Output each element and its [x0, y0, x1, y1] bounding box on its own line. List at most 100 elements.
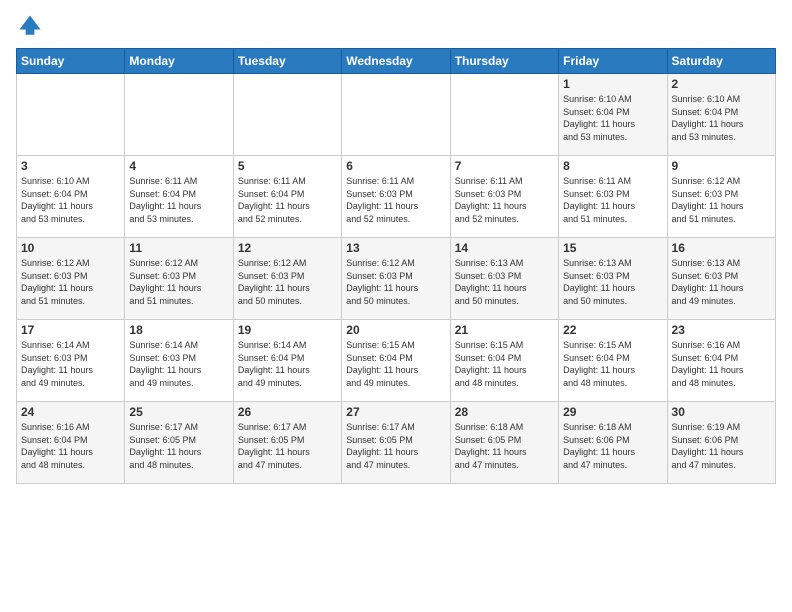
day-info: Sunrise: 6:12 AM Sunset: 6:03 PM Dayligh…	[672, 175, 771, 225]
calendar-cell: 28 Sunrise: 6:18 AM Sunset: 6:05 PM Dayli…	[450, 402, 558, 484]
calendar-cell: 2Sunrise: 6:10 AM Sunset: 6:04 PM Daylig…	[667, 74, 775, 156]
day-number: 25	[129, 405, 228, 419]
calendar-cell: 13 Sunrise: 6:12 AM Sunset: 6:03 PM Dayli…	[342, 238, 450, 320]
day-number: 6	[346, 159, 445, 173]
calendar-cell	[233, 74, 341, 156]
day-number: 7	[455, 159, 554, 173]
calendar-week: 3 Sunrise: 6:10 AM Sunset: 6:04 PM Daylig…	[17, 156, 776, 238]
day-number: 5	[238, 159, 337, 173]
calendar-cell: 17 Sunrise: 6:14 AM Sunset: 6:03 PM Dayli…	[17, 320, 125, 402]
day-number: 30	[672, 405, 771, 419]
day-number: 26	[238, 405, 337, 419]
day-number: 11	[129, 241, 228, 255]
calendar-cell: 3 Sunrise: 6:10 AM Sunset: 6:04 PM Daylig…	[17, 156, 125, 238]
calendar-cell: 16 Sunrise: 6:13 AM Sunset: 6:03 PM Dayli…	[667, 238, 775, 320]
calendar-cell: 20 Sunrise: 6:15 AM Sunset: 6:04 PM Dayli…	[342, 320, 450, 402]
day-number: 13	[346, 241, 445, 255]
day-info: Sunrise: 6:15 AM Sunset: 6:04 PM Dayligh…	[346, 339, 445, 389]
calendar-cell: 30 Sunrise: 6:19 AM Sunset: 6:06 PM Dayli…	[667, 402, 775, 484]
day-number: 3	[21, 159, 120, 173]
day-info: Sunrise: 6:10 AM Sunset: 6:04 PM Dayligh…	[21, 175, 120, 225]
calendar-cell: 4 Sunrise: 6:11 AM Sunset: 6:04 PM Daylig…	[125, 156, 233, 238]
calendar-cell: 29Sunrise: 6:18 AM Sunset: 6:06 PM Dayli…	[559, 402, 667, 484]
calendar-week: 10 Sunrise: 6:12 AM Sunset: 6:03 PM Dayli…	[17, 238, 776, 320]
day-number: 16	[672, 241, 771, 255]
day-number: 21	[455, 323, 554, 337]
day-number: 24	[21, 405, 120, 419]
weekday-header: Tuesday	[233, 49, 341, 74]
day-number: 12	[238, 241, 337, 255]
day-info: Sunrise: 6:14 AM Sunset: 6:03 PM Dayligh…	[21, 339, 120, 389]
day-number: 1	[563, 77, 662, 91]
day-info: Sunrise: 6:11 AM Sunset: 6:04 PM Dayligh…	[129, 175, 228, 225]
calendar-cell: 27 Sunrise: 6:17 AM Sunset: 6:05 PM Dayli…	[342, 402, 450, 484]
day-number: 20	[346, 323, 445, 337]
day-info: Sunrise: 6:10 AM Sunset: 6:04 PM Dayligh…	[563, 93, 662, 143]
day-info: Sunrise: 6:12 AM Sunset: 6:03 PM Dayligh…	[21, 257, 120, 307]
calendar-cell: 8 Sunrise: 6:11 AM Sunset: 6:03 PM Daylig…	[559, 156, 667, 238]
header	[16, 12, 776, 40]
day-info: Sunrise: 6:11 AM Sunset: 6:04 PM Dayligh…	[238, 175, 337, 225]
page: SundayMondayTuesdayWednesdayThursdayFrid…	[0, 0, 792, 494]
calendar-cell	[342, 74, 450, 156]
day-info: Sunrise: 6:12 AM Sunset: 6:03 PM Dayligh…	[129, 257, 228, 307]
day-number: 2	[672, 77, 771, 91]
logo	[16, 12, 48, 40]
calendar-cell: 21 Sunrise: 6:15 AM Sunset: 6:04 PM Dayli…	[450, 320, 558, 402]
calendar-cell	[450, 74, 558, 156]
calendar-week: 24 Sunrise: 6:16 AM Sunset: 6:04 PM Dayli…	[17, 402, 776, 484]
calendar-table: SundayMondayTuesdayWednesdayThursdayFrid…	[16, 48, 776, 484]
day-number: 10	[21, 241, 120, 255]
day-number: 8	[563, 159, 662, 173]
day-info: Sunrise: 6:13 AM Sunset: 6:03 PM Dayligh…	[563, 257, 662, 307]
day-number: 9	[672, 159, 771, 173]
header-row: SundayMondayTuesdayWednesdayThursdayFrid…	[17, 49, 776, 74]
calendar-cell: 1 Sunrise: 6:10 AM Sunset: 6:04 PM Daylig…	[559, 74, 667, 156]
day-info: Sunrise: 6:12 AM Sunset: 6:03 PM Dayligh…	[346, 257, 445, 307]
calendar-cell: 23Sunrise: 6:16 AM Sunset: 6:04 PM Dayli…	[667, 320, 775, 402]
day-info: Sunrise: 6:17 AM Sunset: 6:05 PM Dayligh…	[346, 421, 445, 471]
day-info: Sunrise: 6:11 AM Sunset: 6:03 PM Dayligh…	[455, 175, 554, 225]
day-info: Sunrise: 6:19 AM Sunset: 6:06 PM Dayligh…	[672, 421, 771, 471]
calendar-cell: 6 Sunrise: 6:11 AM Sunset: 6:03 PM Daylig…	[342, 156, 450, 238]
day-info: Sunrise: 6:11 AM Sunset: 6:03 PM Dayligh…	[346, 175, 445, 225]
day-info: Sunrise: 6:18 AM Sunset: 6:06 PM Dayligh…	[563, 421, 662, 471]
calendar-cell: 10 Sunrise: 6:12 AM Sunset: 6:03 PM Dayli…	[17, 238, 125, 320]
day-info: Sunrise: 6:17 AM Sunset: 6:05 PM Dayligh…	[238, 421, 337, 471]
day-info: Sunrise: 6:11 AM Sunset: 6:03 PM Dayligh…	[563, 175, 662, 225]
day-info: Sunrise: 6:14 AM Sunset: 6:03 PM Dayligh…	[129, 339, 228, 389]
day-info: Sunrise: 6:15 AM Sunset: 6:04 PM Dayligh…	[455, 339, 554, 389]
weekday-header: Wednesday	[342, 49, 450, 74]
day-info: Sunrise: 6:13 AM Sunset: 6:03 PM Dayligh…	[455, 257, 554, 307]
day-number: 19	[238, 323, 337, 337]
logo-icon	[16, 12, 44, 40]
weekday-header: Friday	[559, 49, 667, 74]
day-number: 17	[21, 323, 120, 337]
day-number: 4	[129, 159, 228, 173]
weekday-header: Thursday	[450, 49, 558, 74]
day-info: Sunrise: 6:14 AM Sunset: 6:04 PM Dayligh…	[238, 339, 337, 389]
calendar-cell: 5 Sunrise: 6:11 AM Sunset: 6:04 PM Daylig…	[233, 156, 341, 238]
day-number: 28	[455, 405, 554, 419]
calendar-cell: 18 Sunrise: 6:14 AM Sunset: 6:03 PM Dayli…	[125, 320, 233, 402]
day-info: Sunrise: 6:12 AM Sunset: 6:03 PM Dayligh…	[238, 257, 337, 307]
day-number: 14	[455, 241, 554, 255]
calendar-cell: 9 Sunrise: 6:12 AM Sunset: 6:03 PM Daylig…	[667, 156, 775, 238]
calendar-week: 1 Sunrise: 6:10 AM Sunset: 6:04 PM Daylig…	[17, 74, 776, 156]
calendar-cell	[17, 74, 125, 156]
day-info: Sunrise: 6:17 AM Sunset: 6:05 PM Dayligh…	[129, 421, 228, 471]
calendar-cell: 7 Sunrise: 6:11 AM Sunset: 6:03 PM Daylig…	[450, 156, 558, 238]
day-info: Sunrise: 6:13 AM Sunset: 6:03 PM Dayligh…	[672, 257, 771, 307]
day-number: 27	[346, 405, 445, 419]
weekday-header: Sunday	[17, 49, 125, 74]
calendar-cell: 11 Sunrise: 6:12 AM Sunset: 6:03 PM Dayli…	[125, 238, 233, 320]
day-info: Sunrise: 6:15 AM Sunset: 6:04 PM Dayligh…	[563, 339, 662, 389]
day-info: Sunrise: 6:16 AM Sunset: 6:04 PM Dayligh…	[672, 339, 771, 389]
day-info: Sunrise: 6:18 AM Sunset: 6:05 PM Dayligh…	[455, 421, 554, 471]
calendar-cell: 22Sunrise: 6:15 AM Sunset: 6:04 PM Dayli…	[559, 320, 667, 402]
weekday-header: Monday	[125, 49, 233, 74]
calendar-cell: 15Sunrise: 6:13 AM Sunset: 6:03 PM Dayli…	[559, 238, 667, 320]
calendar-cell: 12 Sunrise: 6:12 AM Sunset: 6:03 PM Dayli…	[233, 238, 341, 320]
day-number: 18	[129, 323, 228, 337]
day-info: Sunrise: 6:16 AM Sunset: 6:04 PM Dayligh…	[21, 421, 120, 471]
